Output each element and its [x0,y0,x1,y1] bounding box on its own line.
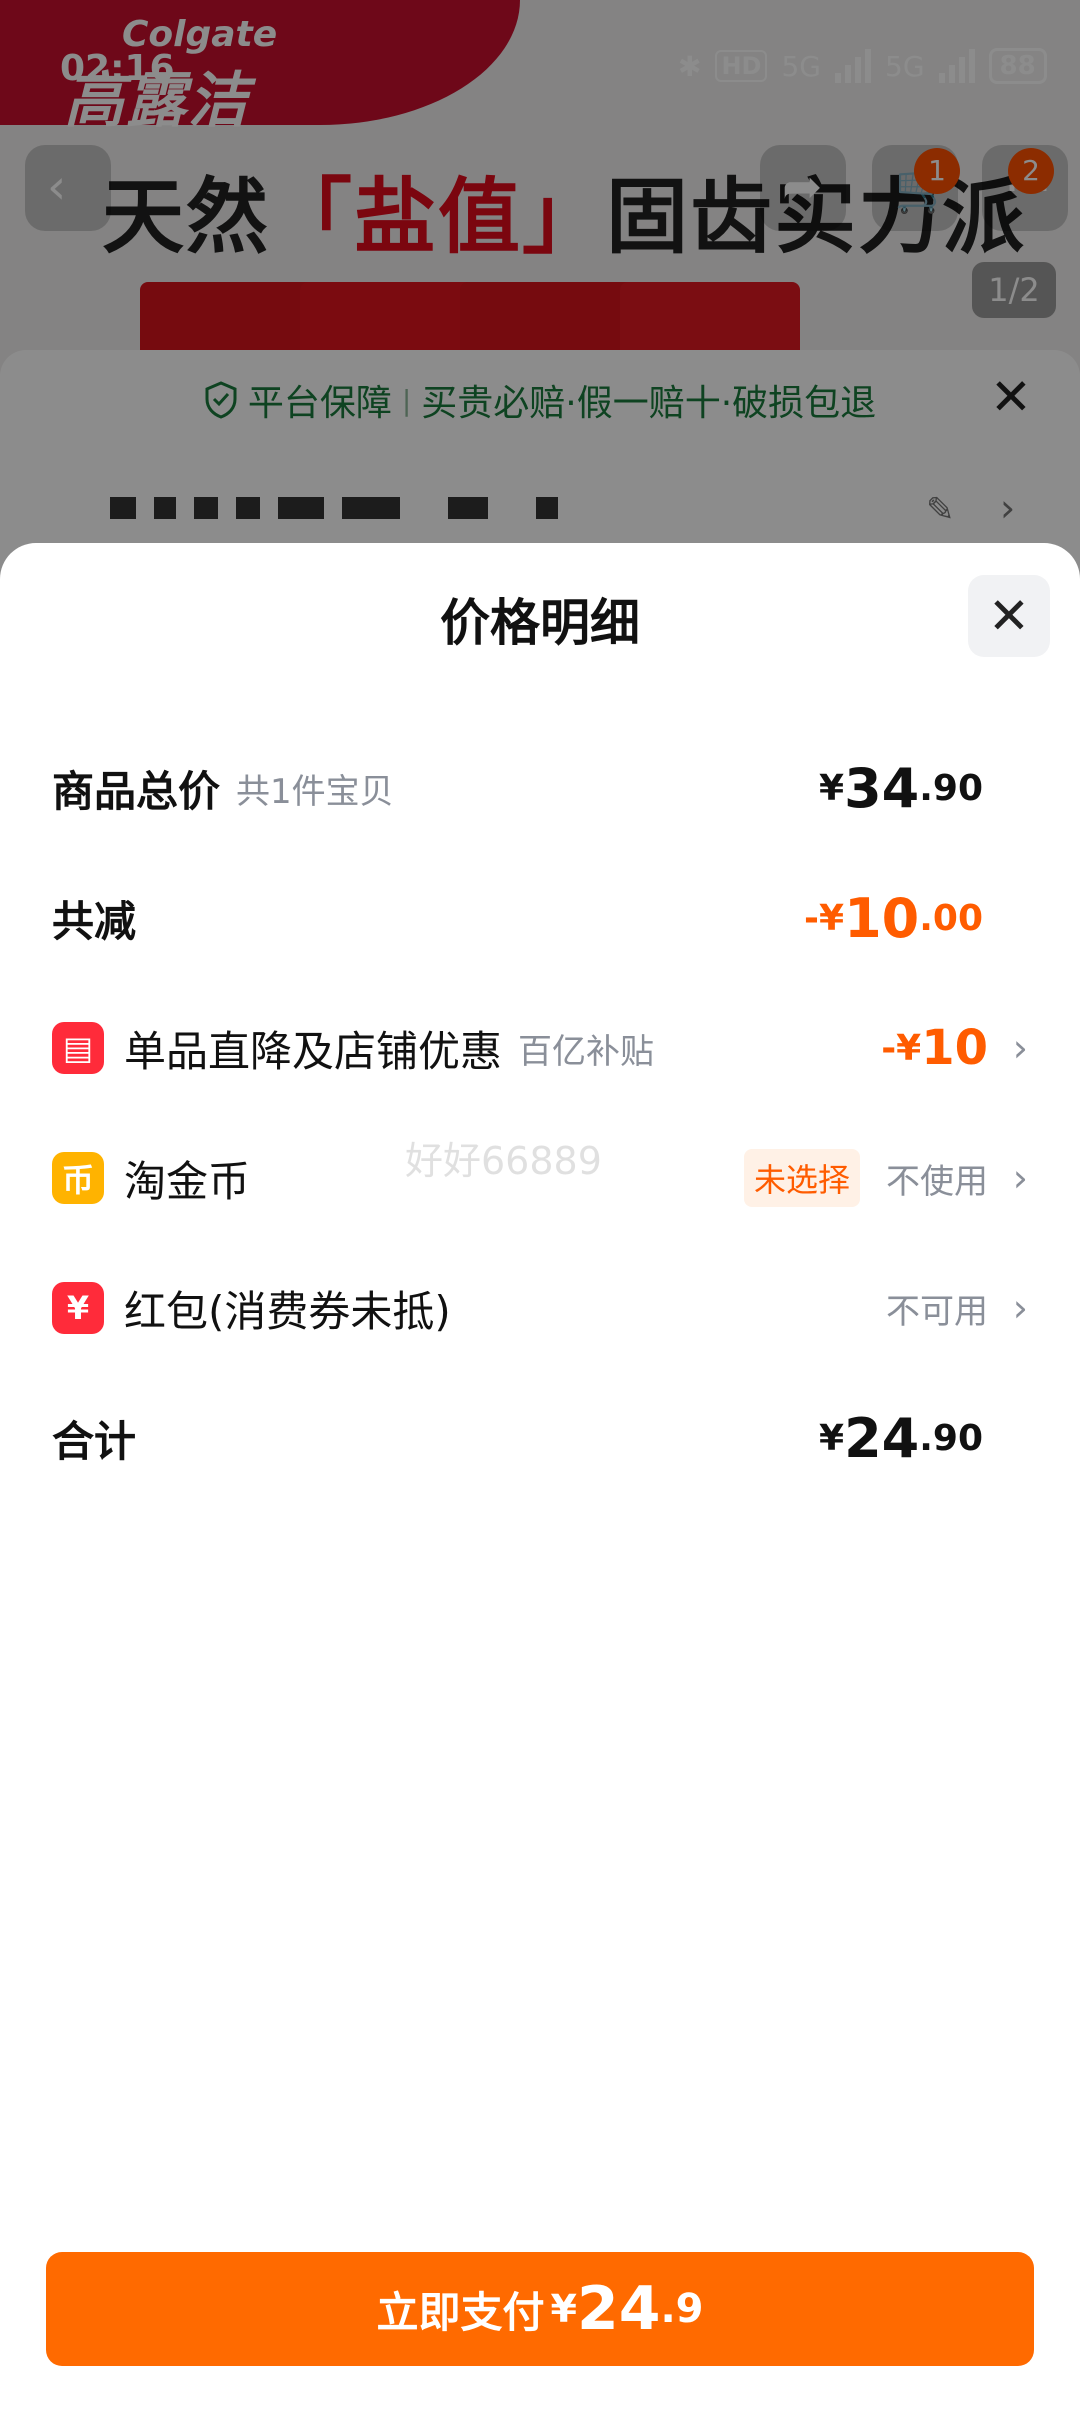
goods-count: 共1件宝贝 [236,771,394,812]
coin-icon: 币 [52,1152,104,1204]
unselected-tag: 未选择 [743,1149,860,1207]
coin-label: 淘金币 [124,1156,251,1206]
store-discount-icon: ▤ [52,1022,104,1074]
red-packet-icon: ¥ [52,1282,104,1334]
row-red-packet[interactable]: ¥ 红包(消费券未抵) 不可用 › [52,1268,1028,1348]
chevron-right-icon[interactable]: › [1013,1138,1028,1218]
total-reduce-label: 共减 [52,896,137,946]
goods-total-price: ¥34.90 [819,756,983,820]
red-packet-label: 红包(消费券未抵) [124,1286,451,1336]
pay-currency: ¥ [550,2287,577,2331]
watermark: 好好66889 [405,1139,602,1183]
red-packet-status: 不可用 [886,1268,988,1348]
total-reduce-amount: - ¥10.00 [804,886,983,950]
subsidy-tag: 百亿补贴 [518,1031,655,1072]
row-goods-total: 商品总价 共1件宝贝 ¥34.90 [52,748,1028,828]
item-discount-amount: - ¥10 [881,1020,988,1076]
pay-label: 立即支付 [376,2287,545,2337]
goods-total-label: 商品总价 [52,766,221,816]
item-discount-label: 单品直降及店铺优惠 [124,1026,503,1076]
sum-label: 合计 [52,1416,137,1466]
row-sum: 合计 ¥24.90 [52,1398,1028,1478]
chevron-right-icon[interactable]: › [1013,1268,1028,1348]
sheet-close-button[interactable]: ✕ [968,575,1050,657]
price-detail-sheet: 价格明细 ✕ 商品总价 共1件宝贝 ¥34.90 共减 - ¥10.00 ▤ 单品… [0,543,1080,2412]
row-item-discount[interactable]: ▤ 单品直降及店铺优惠 百亿补贴 - ¥10 › [52,1008,1028,1088]
sheet-title: 价格明细 [440,594,640,652]
pay-now-button[interactable]: 立即支付 ¥ 24 .9 [46,2252,1034,2366]
pay-amount-int: 24 [576,2274,661,2344]
row-total-reduce: 共减 - ¥10.00 [52,878,1028,958]
pay-amount-dec: .9 [660,2286,704,2332]
red-packet-value: 不可用 [886,1291,988,1332]
sum-price: ¥24.90 [819,1406,983,1470]
coin-status: 未选择 不使用 [743,1138,988,1218]
coin-value: 不使用 [886,1161,988,1202]
app-root: Colgate 高露洁 天然「盐值」固齿实力派 ‹ ➦ 🛒 1 ⋯ 2 1/2 … [0,0,1080,2412]
chevron-right-icon[interactable]: › [1013,1008,1028,1088]
close-icon: ✕ [988,587,1030,645]
